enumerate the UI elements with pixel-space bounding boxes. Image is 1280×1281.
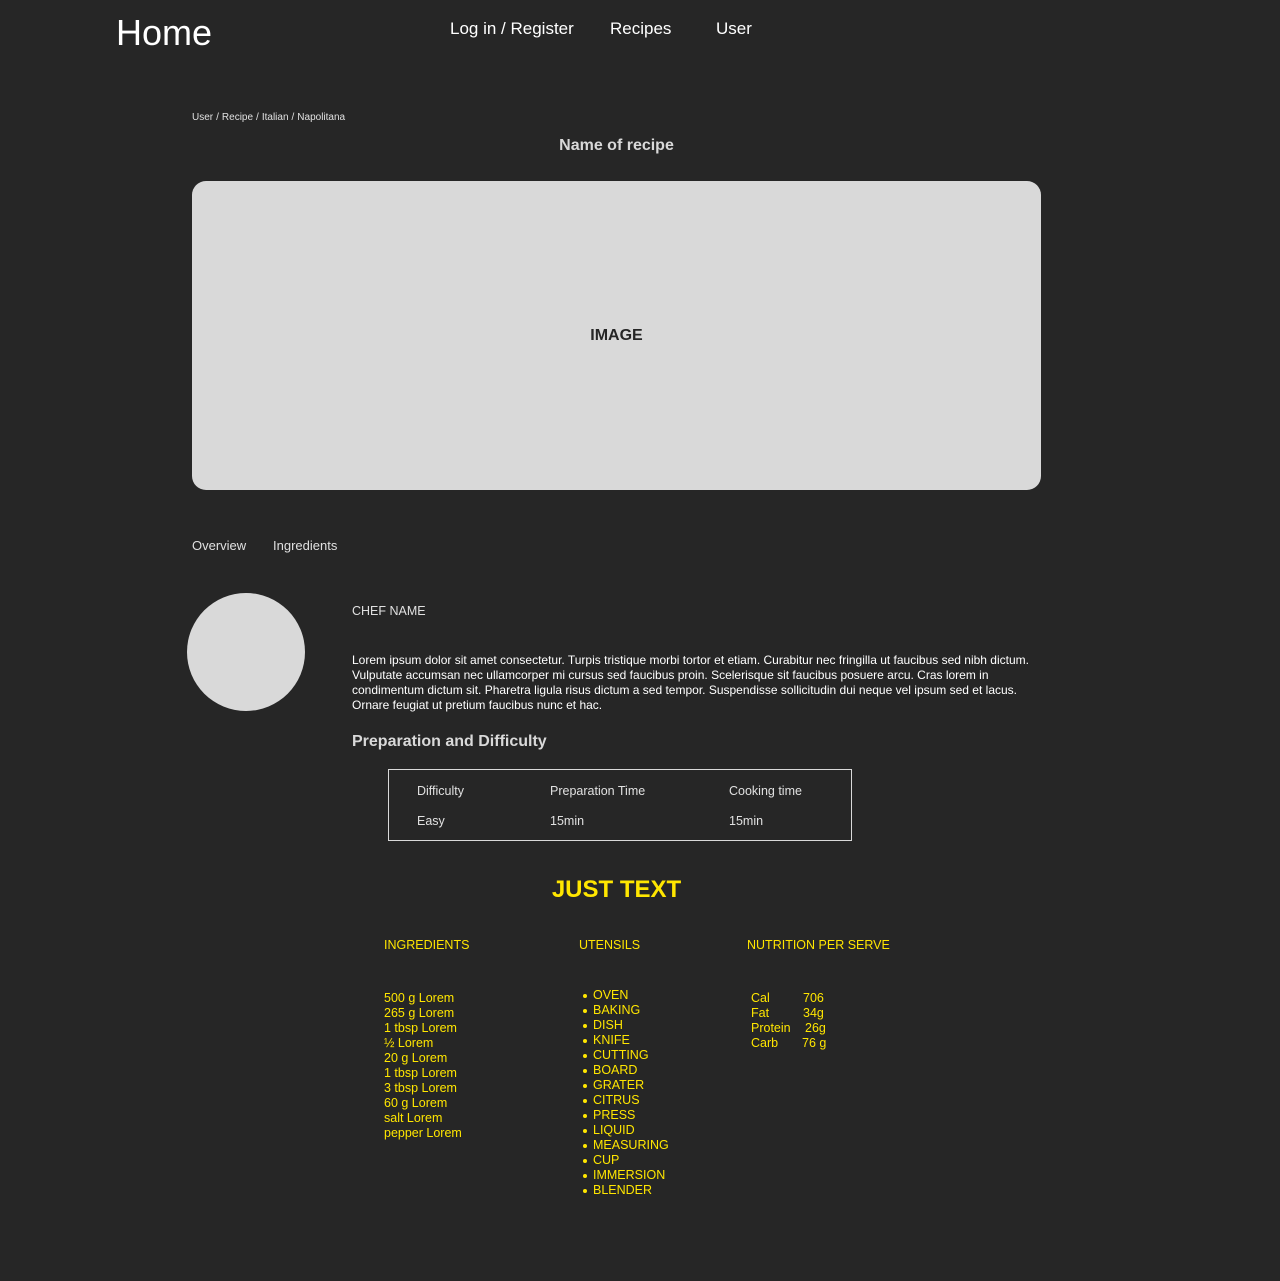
utensil-item: CUTTING — [583, 1048, 669, 1063]
ingredient-item: 1 tbsp Lorem — [384, 1021, 457, 1035]
ingredient-item: 60 g Lorem — [384, 1096, 448, 1110]
highlight-heading: JUST TEXT — [551, 876, 682, 903]
utensil-item: CITRUS — [583, 1093, 669, 1108]
nutrition-label: Protein — [751, 1021, 791, 1035]
chef-name: CHEF NAME — [352, 604, 426, 618]
preparation-heading: Preparation and Difficulty — [352, 733, 547, 750]
ingredient-item: 20 g Lorem — [384, 1051, 448, 1065]
recipe-page: Home Log in / Register Recipes User User… — [0, 0, 1280, 1281]
utensil-item: DISH — [583, 1018, 669, 1033]
ingredient-item: pepper Lorem — [384, 1126, 462, 1140]
utensil-item: PRESS — [583, 1108, 669, 1123]
breadcrumb-current: Napolitana — [297, 112, 346, 123]
breadcrumb-separator: / — [216, 112, 219, 123]
nutrition-value: 76 g — [802, 1036, 827, 1050]
preparation-time-value: 15min — [550, 814, 585, 828]
home-link[interactable]: Home — [116, 12, 212, 54]
nutrition-label: Fat — [751, 1006, 770, 1020]
ingredient-item: 265 g Lorem — [384, 1006, 455, 1020]
utensil-item: CUP — [583, 1153, 669, 1168]
breadcrumb: User / Recipe / Italian / Napolitana — [192, 112, 345, 123]
cooking-time-value: 15min — [729, 814, 764, 828]
ingredient-item: 500 g Lorem — [384, 991, 455, 1005]
ingredient-item: 1 tbsp Lorem — [384, 1066, 457, 1080]
ingredients-heading: INGREDIENTS — [384, 938, 470, 952]
utensil-item: IMMERSION — [583, 1168, 669, 1183]
chef-description: Lorem ipsum dolor sit amet consectetur. … — [352, 653, 1029, 712]
nutrition-value: 26g — [805, 1021, 826, 1035]
breadcrumb-separator: / — [291, 112, 295, 123]
utensil-item: GRATER — [583, 1078, 669, 1093]
ingredient-item: ½ Lorem — [384, 1036, 434, 1050]
cooking-time-header: Cooking time — [729, 784, 802, 798]
difficulty-header: Difficulty — [417, 784, 465, 798]
utensils-heading: UTENSILS — [579, 938, 641, 952]
recipe-image: IMAGE — [192, 181, 1041, 490]
breadcrumb-recipe[interactable]: Recipe — [222, 112, 253, 123]
utensils-list: OVEN BAKING DISH KNIFE CUTTING BOARD GRA… — [583, 988, 669, 1198]
breadcrumb-user[interactable]: User — [192, 112, 213, 123]
breadcrumb-separator: / — [256, 112, 259, 123]
utensil-item: OVEN — [583, 988, 669, 1003]
utensil-item: BLENDER — [583, 1183, 669, 1198]
nutrition-label: Carb — [751, 1036, 779, 1050]
tab-overview[interactable]: Overview — [192, 538, 246, 553]
utensil-item: KNIFE — [583, 1033, 669, 1048]
breadcrumb-italian[interactable]: Italian — [262, 112, 289, 123]
nutrition-value: 34g — [803, 1006, 824, 1020]
nutrition-heading: NUTRITION PER SERVE — [747, 938, 890, 952]
nav-recipes[interactable]: Recipes — [610, 19, 671, 39]
ingredient-item: salt Lorem — [384, 1111, 443, 1125]
nutrition-label: Cal — [751, 991, 770, 1005]
nav-login-register[interactable]: Log in / Register — [450, 19, 574, 39]
tab-ingredients[interactable]: Ingredients — [273, 538, 337, 553]
chef-avatar — [187, 593, 305, 711]
ingredient-item: 3 tbsp Lorem — [384, 1081, 457, 1095]
utensil-item: LIQUID — [583, 1123, 669, 1138]
preparation-table: Difficulty Preparation Time Cooking time… — [388, 769, 852, 841]
utensil-item: BAKING — [583, 1003, 669, 1018]
nutrition-value: 706 — [803, 991, 824, 1005]
utensil-item: BOARD — [583, 1063, 669, 1078]
image-placeholder-label: IMAGE — [590, 326, 643, 344]
nav-user[interactable]: User — [716, 19, 752, 39]
utensil-item: MEASURING — [583, 1138, 669, 1152]
recipe-title: Name of recipe — [559, 137, 674, 154]
preparation-time-header: Preparation Time — [550, 784, 646, 798]
ingredients-list: 500 g Lorem 265 g Lorem 1 tbsp Lorem ½ L… — [384, 991, 462, 1141]
difficulty-value: Easy — [417, 814, 445, 828]
